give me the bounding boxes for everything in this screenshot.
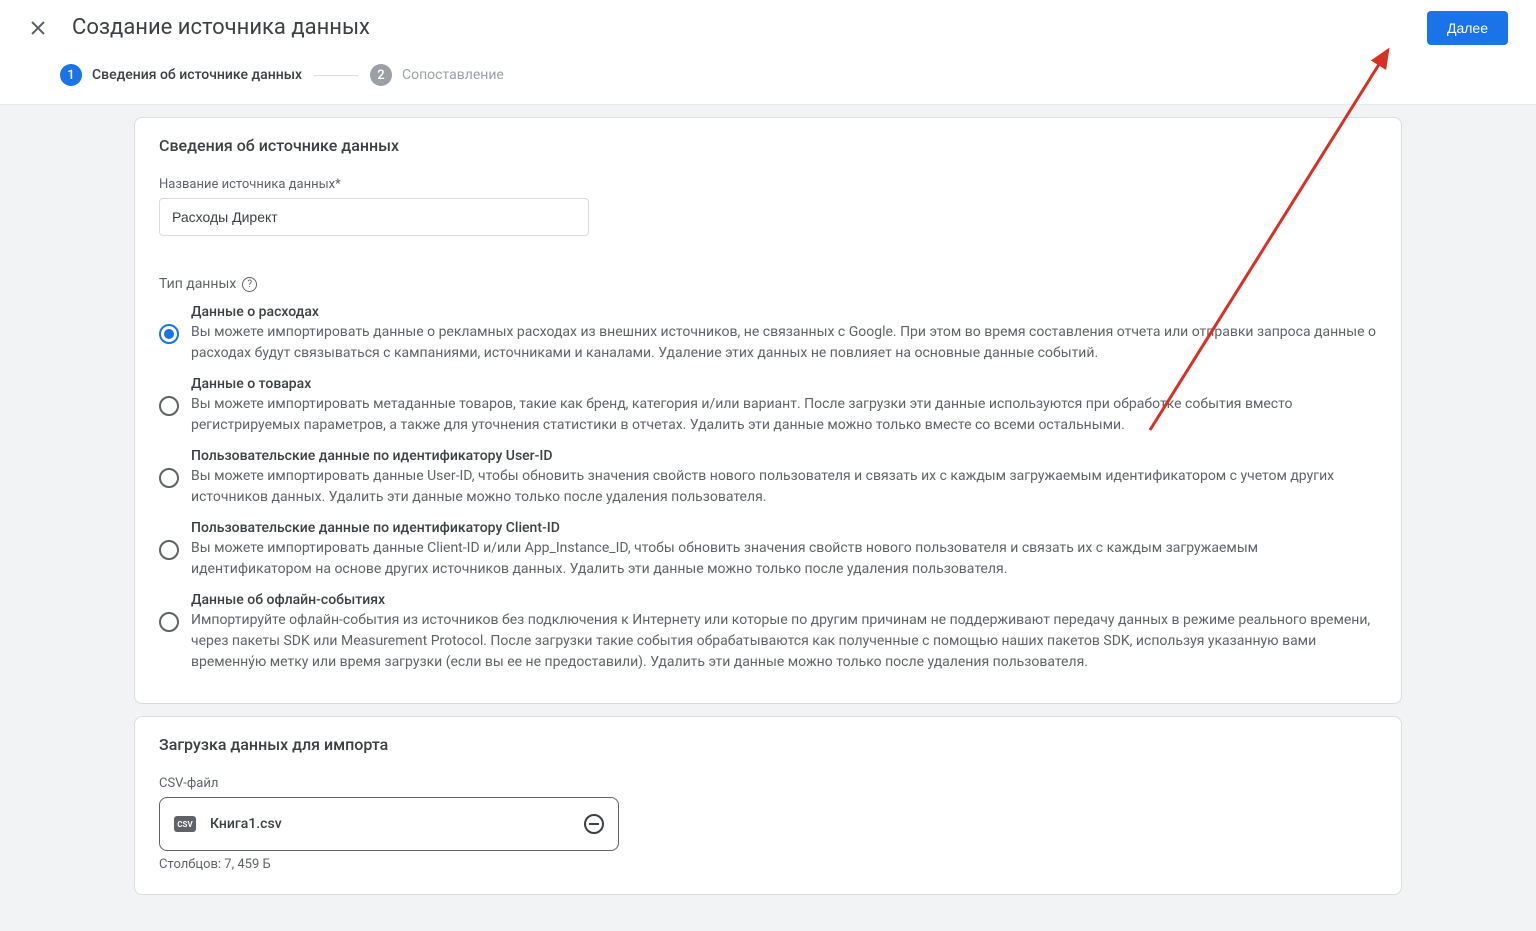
radio-clientid[interactable] <box>159 540 179 560</box>
radio-items[interactable] <box>159 396 179 416</box>
card1-title: Сведения об источнике данных <box>159 136 1377 155</box>
card-upload: Загрузка данных для импорта CSV-файл CSV… <box>134 716 1402 895</box>
radio-clientid-desc: Вы можете импортировать данные Client-ID… <box>191 538 1377 580</box>
radio-option-clientid[interactable]: Пользовательские данные по идентификатор… <box>159 516 1377 588</box>
step-1-label: Сведения об источнике данных <box>92 67 302 83</box>
page-title: Создание источника данных <box>72 15 370 40</box>
radio-cost[interactable] <box>159 324 179 344</box>
step-2-label: Сопоставление <box>402 67 504 83</box>
radio-userid-title: Пользовательские данные по идентификатор… <box>191 448 1377 464</box>
radio-option-cost[interactable]: Данные о расходах Вы можете импортироват… <box>159 300 1377 372</box>
help-icon[interactable]: ? <box>242 277 257 292</box>
radio-userid-desc: Вы можете импортировать данные User-ID, … <box>191 466 1377 508</box>
radio-items-title: Данные о товарах <box>191 376 1377 392</box>
header-left: Создание источника данных <box>28 15 370 40</box>
file-stats: Столбцов: 7, 459 Б <box>159 857 1377 872</box>
remove-file-icon[interactable] <box>584 814 604 834</box>
step-1[interactable]: 1 Сведения об источнике данных <box>60 64 302 86</box>
card2-title: Загрузка данных для импорта <box>159 735 1377 754</box>
radio-items-desc: Вы можете импортировать метаданные товар… <box>191 394 1377 436</box>
close-icon[interactable] <box>28 18 48 38</box>
radio-offline-title: Данные об офлайн-событиях <box>191 592 1377 608</box>
radio-offline-desc: Импортируйте офлайн-события из источнико… <box>191 610 1377 673</box>
radio-option-items[interactable]: Данные о товарах Вы можете импортировать… <box>159 372 1377 444</box>
step-1-circle: 1 <box>60 64 82 86</box>
file-chip: CSV Книга1.csv <box>159 797 619 851</box>
radio-option-userid[interactable]: Пользовательские данные по идентификатор… <box>159 444 1377 516</box>
header-bar: Создание источника данных Далее <box>0 0 1536 56</box>
radio-offline[interactable] <box>159 612 179 632</box>
radio-userid[interactable] <box>159 468 179 488</box>
stepper: 1 Сведения об источнике данных 2 Сопоста… <box>0 56 1536 104</box>
datasource-name-input[interactable] <box>159 198 589 236</box>
file-name: Книга1.csv <box>210 816 282 832</box>
name-field-label: Название источника данных* <box>159 177 1377 192</box>
content-area: Сведения об источнике данных Название ис… <box>0 104 1536 931</box>
next-button[interactable]: Далее <box>1427 11 1508 45</box>
radio-option-offline[interactable]: Данные об офлайн-событиях Импортируйте о… <box>159 588 1377 681</box>
step-divider <box>314 75 358 76</box>
radio-clientid-title: Пользовательские данные по идентификатор… <box>191 520 1377 536</box>
csv-label: CSV-файл <box>159 776 1377 791</box>
radio-cost-desc: Вы можете импортировать данные о рекламн… <box>191 322 1377 364</box>
radio-cost-title: Данные о расходах <box>191 304 1377 320</box>
step-2-circle: 2 <box>370 64 392 86</box>
csv-icon: CSV <box>174 816 196 832</box>
card-datasource-details: Сведения об источнике данных Название ис… <box>134 117 1402 704</box>
type-label: Тип данных <box>159 276 236 292</box>
step-2[interactable]: 2 Сопоставление <box>370 64 504 86</box>
type-label-row: Тип данных ? <box>159 276 1377 292</box>
